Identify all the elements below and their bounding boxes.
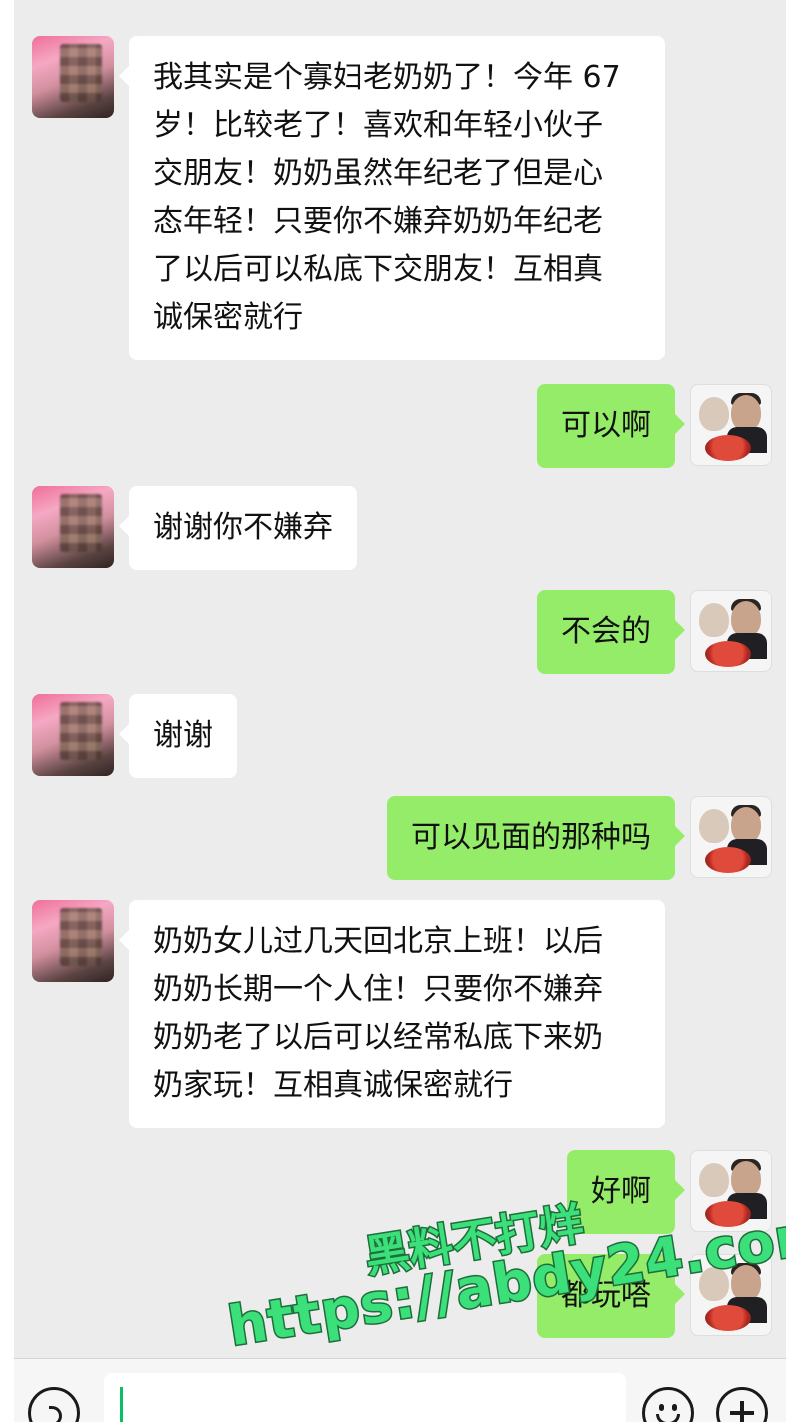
message-received: 谢谢: [32, 694, 252, 778]
voice-icon[interactable]: [28, 1387, 80, 1422]
message-bubble[interactable]: 奶奶女儿过几天回北京上班！以后 奶奶长期一个人住！只要你不嫌弃 奶奶老了以后可以…: [119, 900, 665, 1128]
plus-icon[interactable]: [716, 1387, 768, 1422]
message-sent: 可以见面的那种吗: [372, 796, 772, 880]
message-sent: 不会的: [522, 590, 772, 674]
message-bubble[interactable]: 谢谢: [119, 694, 237, 778]
message-received: 奶奶女儿过几天回北京上班！以后 奶奶长期一个人住！只要你不嫌弃 奶奶老了以后可以…: [32, 900, 680, 1128]
message-received: 我其实是个寡妇老奶奶了！今年 67 岁！比较老了！喜欢和年轻小伙子 交朋友！奶奶…: [32, 36, 680, 360]
message-input[interactable]: [104, 1373, 626, 1422]
message-bubble[interactable]: 我其实是个寡妇老奶奶了！今年 67 岁！比较老了！喜欢和年轻小伙子 交朋友！奶奶…: [119, 36, 665, 360]
contact-avatar[interactable]: [32, 694, 114, 776]
my-avatar[interactable]: [690, 796, 772, 878]
message-bubble[interactable]: 谢谢你不嫌弃: [119, 486, 357, 570]
input-bar: [14, 1358, 786, 1422]
contact-avatar[interactable]: [32, 900, 114, 982]
my-avatar[interactable]: [690, 590, 772, 672]
message-sent: 可以啊: [522, 384, 772, 468]
message-bubble[interactable]: 好啊: [567, 1150, 685, 1234]
contact-avatar[interactable]: [32, 486, 114, 568]
message-received: 谢谢你不嫌弃: [32, 486, 372, 570]
my-avatar[interactable]: [690, 384, 772, 466]
message-bubble[interactable]: 可以啊: [537, 384, 685, 468]
contact-avatar[interactable]: [32, 36, 114, 118]
message-bubble[interactable]: 可以见面的那种吗: [387, 796, 685, 880]
emoji-icon[interactable]: [642, 1387, 694, 1422]
text-caret: [120, 1387, 123, 1422]
chat-window: 我其实是个寡妇老奶奶了！今年 67 岁！比较老了！喜欢和年轻小伙子 交朋友！奶奶…: [14, 0, 786, 1422]
message-bubble[interactable]: 不会的: [537, 590, 685, 674]
